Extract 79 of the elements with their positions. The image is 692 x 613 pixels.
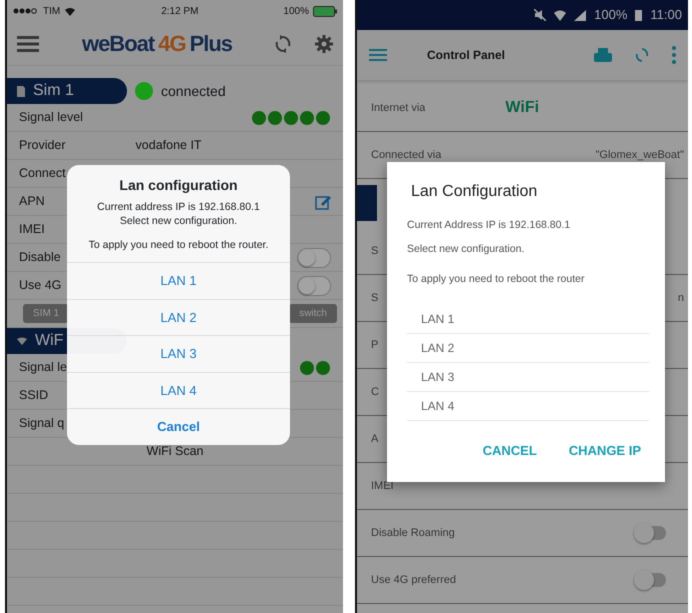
lan-option[interactable]: LAN 2 — [407, 334, 649, 364]
wifi-icon — [17, 337, 27, 345]
wifi-icon — [64, 6, 76, 16]
toggle-switch[interactable] — [297, 276, 331, 296]
row-value: WiFi — [505, 98, 540, 118]
row-label: Disable — [19, 249, 61, 266]
row-label: SSID — [19, 387, 48, 404]
toggle-switch[interactable] — [636, 573, 666, 587]
settings-icon[interactable] — [314, 34, 333, 52]
more-icon[interactable] — [672, 46, 676, 64]
dialog-note: To apply you need to reboot the router. — [88, 238, 270, 254]
dialog-message: Current address IP is 192.168.80.1 Select new configuration. — [96, 200, 261, 228]
sim-button[interactable]: switch — [289, 304, 337, 323]
battery-percent: 100% — [594, 6, 628, 24]
row-label: Connect — [19, 165, 66, 182]
row-label: S — [371, 290, 378, 306]
scan-link[interactable]: WiFi Scan — [146, 442, 204, 461]
row-label: APN — [19, 193, 45, 210]
menu-icon[interactable] — [17, 36, 39, 52]
lan-option[interactable]: LAN 3 — [407, 363, 649, 392]
signal-dots-icon — [251, 110, 331, 126]
lan-option[interactable]: LAN 1 — [67, 262, 290, 299]
row-label: Use 4G preferred — [371, 572, 456, 588]
cancel-button[interactable]: Cancel — [67, 408, 290, 445]
row-value: n — [678, 290, 684, 306]
section-header — [357, 185, 377, 221]
row-label: Signal q — [19, 415, 64, 432]
lan-option[interactable]: LAN 3 — [67, 335, 290, 372]
section-title: Sim 1 — [33, 81, 74, 101]
status-time: 2:12 PM — [161, 4, 198, 18]
dialog-action-button[interactable]: CANCEL — [474, 437, 545, 465]
status-text: connected — [161, 82, 226, 100]
row-label: IMEI — [371, 478, 394, 494]
toggle-switch[interactable] — [297, 248, 331, 268]
menu-icon[interactable] — [369, 49, 387, 61]
signal-bars-icon — [574, 10, 586, 20]
row-label: C — [371, 384, 379, 400]
signal-dots-icon — [13, 8, 39, 14]
refresh-icon[interactable] — [274, 34, 291, 52]
refresh-icon[interactable] — [636, 48, 648, 62]
wifi-icon — [554, 10, 566, 20]
dialog-action-button[interactable]: CHANGE IP — [560, 437, 649, 465]
row-value: vodafone IT — [136, 137, 202, 154]
mute-icon — [534, 9, 546, 21]
dialog-title: Lan Configuration — [410, 182, 538, 202]
lan-option[interactable]: LAN 4 — [407, 392, 649, 422]
signal-dots-icon — [299, 360, 331, 376]
row-label: IMEI — [19, 221, 45, 238]
app-title: Control Panel — [427, 47, 506, 64]
dialog-title: Lan configuration — [118, 176, 239, 195]
row-label: Signal level — [19, 109, 83, 126]
row-label: Provider — [19, 137, 66, 154]
toggle-switch[interactable] — [636, 526, 666, 540]
sim-card-icon — [17, 86, 25, 96]
dialog-note: To apply you need to reboot the router — [407, 272, 586, 286]
row-label: Connected via — [371, 148, 442, 163]
row-label: A — [371, 432, 378, 447]
lan-option[interactable]: LAN 4 — [67, 372, 290, 408]
battery-percent: 100% — [283, 4, 309, 18]
dialog-message: Current Address IP is 192.168.80.1 — [407, 218, 572, 233]
printer-icon[interactable] — [594, 48, 612, 62]
row-label: Signal le — [19, 359, 67, 376]
row-label: Internet via — [371, 100, 426, 116]
row-label: S — [371, 244, 378, 259]
row-label: Disable Roaming — [371, 526, 455, 541]
battery-icon — [312, 6, 337, 16]
lan-option[interactable]: LAN 1 — [407, 305, 649, 334]
status-time: 11:00 — [650, 6, 682, 24]
row-label: Use 4G — [19, 277, 62, 294]
lan-option[interactable]: LAN 2 — [67, 298, 290, 336]
section-title: WiF — [35, 331, 64, 351]
carrier-name: TIM — [43, 4, 60, 18]
battery-icon — [635, 9, 642, 21]
edit-icon[interactable] — [315, 194, 331, 210]
row-label: P — [371, 338, 378, 353]
app-logo: weBoat 4G Plus — [82, 30, 232, 58]
dialog-message: Select new configuration. — [407, 242, 526, 257]
sim-button[interactable]: SIM 1 — [23, 304, 70, 323]
row-value: "Glomex_weBoat" — [595, 148, 684, 163]
